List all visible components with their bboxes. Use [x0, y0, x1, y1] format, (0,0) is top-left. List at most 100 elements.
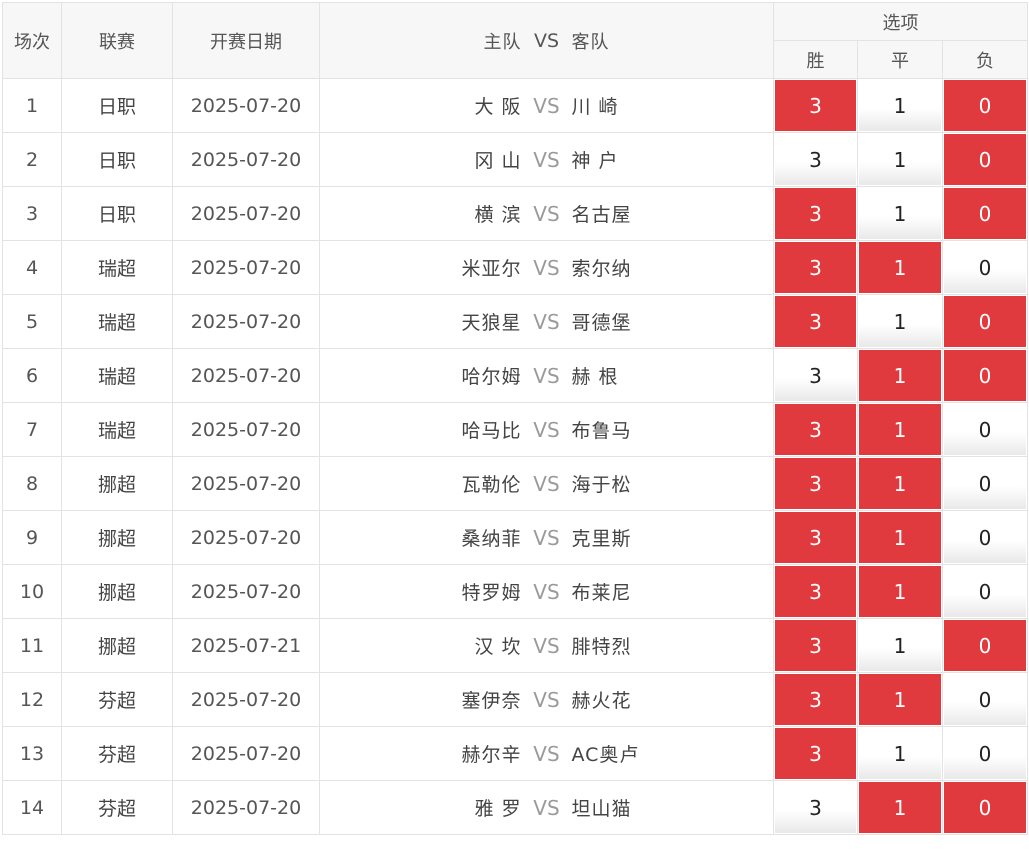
option-win-button[interactable]: 3: [775, 242, 856, 293]
table-row: 4 瑞超 2025-07-20 米亚尔 VS 索尔纳 3 1 0: [2, 240, 1029, 295]
match-teams: 瓦勒伦 VS 海于松: [319, 456, 774, 511]
option-loss-button[interactable]: 0: [944, 458, 1027, 509]
match-index: 12: [2, 672, 62, 727]
option-loss-button[interactable]: 0: [944, 566, 1027, 617]
option-draw-button[interactable]: 1: [859, 566, 941, 617]
table-row: 2 日职 2025-07-20 冈 山 VS 神 户 310: [2, 132, 1029, 187]
vs-label: VS: [533, 633, 560, 658]
match-index: 6: [2, 348, 62, 403]
option-loss-button[interactable]: 0: [944, 674, 1027, 725]
option-loss-button[interactable]: 0: [944, 350, 1027, 401]
match-date: 2025-07-20: [172, 726, 320, 781]
league-name: 瑞超: [61, 240, 173, 295]
vs-label: VS: [533, 525, 560, 550]
header-draw: 平: [857, 40, 943, 79]
option-draw-button[interactable]: 1: [859, 674, 941, 725]
home-team: 赫尔辛: [461, 744, 522, 766]
away-team: 神 户: [571, 150, 619, 172]
option-win-button[interactable]: 3: [775, 404, 856, 455]
option-loss-button[interactable]: 0: [944, 242, 1027, 293]
match-teams: 大 阪 VS 川 崎: [319, 78, 774, 133]
option-loss-button[interactable]: 0: [944, 404, 1027, 455]
header-win: 胜: [773, 40, 858, 79]
option-loss-button[interactable]: 0: [944, 134, 1027, 185]
match-index: 3: [2, 186, 62, 241]
option-win-button[interactable]: 3: [775, 296, 856, 347]
league-name: 日职: [61, 132, 173, 187]
match-date: 2025-07-20: [172, 186, 320, 241]
option-draw-button[interactable]: 1: [859, 458, 941, 509]
home-team: 横 滨: [474, 204, 522, 226]
table-body: 1 日职 2025-07-20 大 阪 VS 川 崎 3 1 0 2 日职 2025-07-20 冈 山…: [2, 78, 1029, 835]
table-header: 场次 联赛 开赛日期 主队 VS 客队 选项 胜 平 负: [2, 2, 1029, 79]
match-index: 13: [2, 726, 62, 781]
match-date: 2025-07-20: [172, 240, 320, 295]
header-loss: 负: [941, 40, 1029, 79]
away-team: 海于松: [571, 474, 632, 496]
option-loss-button[interactable]: 0: [944, 512, 1027, 563]
vs-label: VS: [533, 309, 560, 334]
option-draw-button[interactable]: 1: [859, 620, 941, 671]
match-teams: 雅 罗 VS 坦山猫: [319, 780, 774, 835]
option-loss-button[interactable]: 0: [944, 728, 1027, 779]
option-win-button[interactable]: 3: [775, 512, 856, 563]
table-row: 12 芬超 2025-07-20 塞伊奈 VS 赫火花 3 1 0: [2, 672, 1029, 727]
option-loss-button[interactable]: 0: [944, 80, 1027, 131]
match-date: 2025-07-20: [172, 78, 320, 133]
league-name: 瑞超: [61, 294, 173, 349]
option-draw-button[interactable]: 1: [859, 404, 941, 455]
vs-label: VS: [533, 417, 560, 442]
home-team: 汉 坎: [474, 636, 522, 658]
option-draw-button[interactable]: 1: [859, 188, 941, 239]
match-index: 1: [2, 78, 62, 133]
match-teams: 哈尔姆 VS 赫 根: [319, 348, 774, 403]
option-draw-button[interactable]: 1: [859, 296, 941, 347]
league-name: 挪超: [61, 618, 173, 673]
option-draw-button[interactable]: 1: [859, 512, 941, 563]
home-team: 天狼星: [461, 312, 522, 334]
home-team: 哈尔姆: [461, 366, 522, 388]
away-team: 赫火花: [571, 690, 632, 712]
match-index: 8: [2, 456, 62, 511]
option-win-button[interactable]: 3: [775, 458, 856, 509]
match-teams: 赫尔辛 VS AC奥卢: [319, 726, 774, 781]
option-win-button[interactable]: 3: [775, 350, 856, 401]
option-win-button[interactable]: 3: [775, 782, 856, 833]
option-draw-button[interactable]: 1: [859, 134, 941, 185]
option-loss-button[interactable]: 0: [944, 296, 1027, 347]
option-win-button[interactable]: 3: [775, 620, 856, 671]
home-team: 雅 罗: [474, 798, 522, 820]
option-loss-button[interactable]: 0: [944, 620, 1027, 671]
option-win-button[interactable]: 3: [775, 728, 856, 779]
option-win-button[interactable]: 3: [775, 566, 856, 617]
header-away: 客队: [571, 31, 610, 53]
option-win-button[interactable]: 3: [775, 134, 856, 185]
header-options: 选项: [772, 2, 1029, 41]
match-index: 10: [2, 564, 62, 619]
away-team: 赫 根: [571, 366, 619, 388]
option-draw-button[interactable]: 1: [859, 350, 941, 401]
header-date: 开赛日期: [172, 2, 320, 79]
match-date: 2025-07-20: [172, 510, 320, 565]
table-row: 7 瑞超 2025-07-20 哈马比 VS 布鲁马 3 1 0: [2, 402, 1029, 457]
option-loss-button[interactable]: 0: [944, 188, 1027, 239]
away-team: 名古屋: [571, 204, 632, 226]
match-teams: 横 滨 VS 名古屋: [319, 186, 774, 241]
table-row: 9 挪超 2025-07-20 桑纳菲 VS 克里斯 3 1 0: [2, 510, 1029, 565]
option-loss-button[interactable]: 0: [944, 782, 1027, 833]
league-name: 日职: [61, 186, 173, 241]
option-draw-button[interactable]: 1: [859, 782, 941, 833]
option-draw-button[interactable]: 1: [859, 80, 941, 131]
league-name: 挪超: [61, 564, 173, 619]
match-index: 9: [2, 510, 62, 565]
option-win-button[interactable]: 3: [775, 188, 856, 239]
match-teams: 汉 坎 VS 腓特烈: [319, 618, 774, 673]
league-name: 芬超: [61, 780, 173, 835]
home-team: 特罗姆: [461, 582, 522, 604]
option-win-button[interactable]: 3: [775, 674, 856, 725]
option-draw-button[interactable]: 1: [859, 242, 941, 293]
home-team: 哈马比: [461, 420, 522, 442]
option-win-button[interactable]: 3: [775, 80, 856, 131]
option-draw-button[interactable]: 1: [859, 728, 941, 779]
vs-label: VS: [533, 147, 560, 172]
